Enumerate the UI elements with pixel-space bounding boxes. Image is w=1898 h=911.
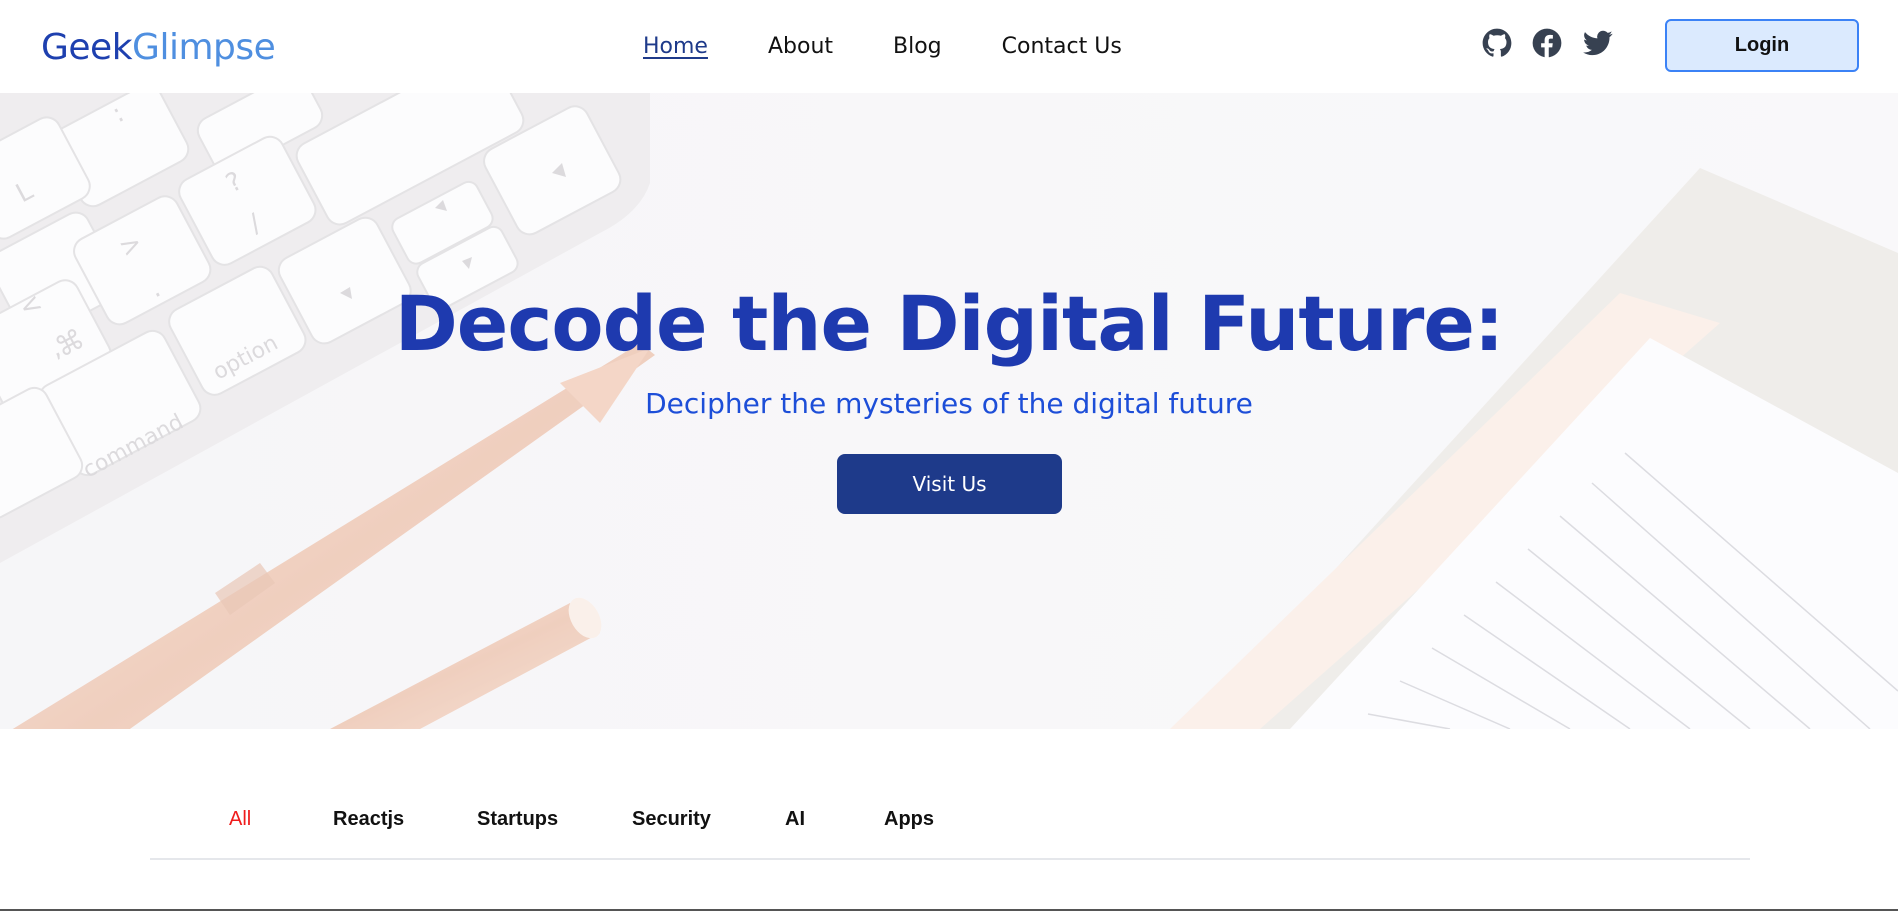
nav-link-home[interactable]: Home xyxy=(643,34,708,59)
hero-subtitle: Decipher the mysteries of the digital fu… xyxy=(645,387,1253,420)
hero-title: Decode the Digital Future: xyxy=(394,279,1505,368)
logo-part-geek: Geek xyxy=(41,27,133,68)
category-tabs: All Reactjs Startups Security AI Apps xyxy=(150,780,1750,860)
hero-banner: : L ? / > . < , option ⌘ command Decode … xyxy=(0,93,1898,729)
nav-link-blog[interactable]: Blog xyxy=(893,34,942,59)
tab-all[interactable]: All xyxy=(229,808,251,831)
facebook-icon[interactable] xyxy=(1532,28,1562,58)
tab-ai[interactable]: AI xyxy=(785,808,805,831)
twitter-icon[interactable] xyxy=(1582,28,1613,58)
github-icon[interactable] xyxy=(1482,28,1512,58)
tab-apps[interactable]: Apps xyxy=(884,808,934,831)
main-nav: Home About Blog Contact Us xyxy=(643,34,1182,59)
tab-startups[interactable]: Startups xyxy=(477,808,558,831)
nav-link-about[interactable]: About xyxy=(768,34,833,59)
logo-part-glimpse: Glimpse xyxy=(132,27,276,68)
tab-security[interactable]: Security xyxy=(632,808,711,831)
site-logo[interactable]: GeekGlimpse xyxy=(41,27,276,68)
tab-reactjs[interactable]: Reactjs xyxy=(333,808,404,831)
nav-link-contact[interactable]: Contact Us xyxy=(1002,34,1122,59)
login-button[interactable]: Login xyxy=(1665,19,1859,72)
site-header: GeekGlimpse Home About Blog Contact Us L… xyxy=(0,0,1898,93)
visit-us-button[interactable]: Visit Us xyxy=(837,454,1062,514)
social-links xyxy=(1482,28,1613,58)
